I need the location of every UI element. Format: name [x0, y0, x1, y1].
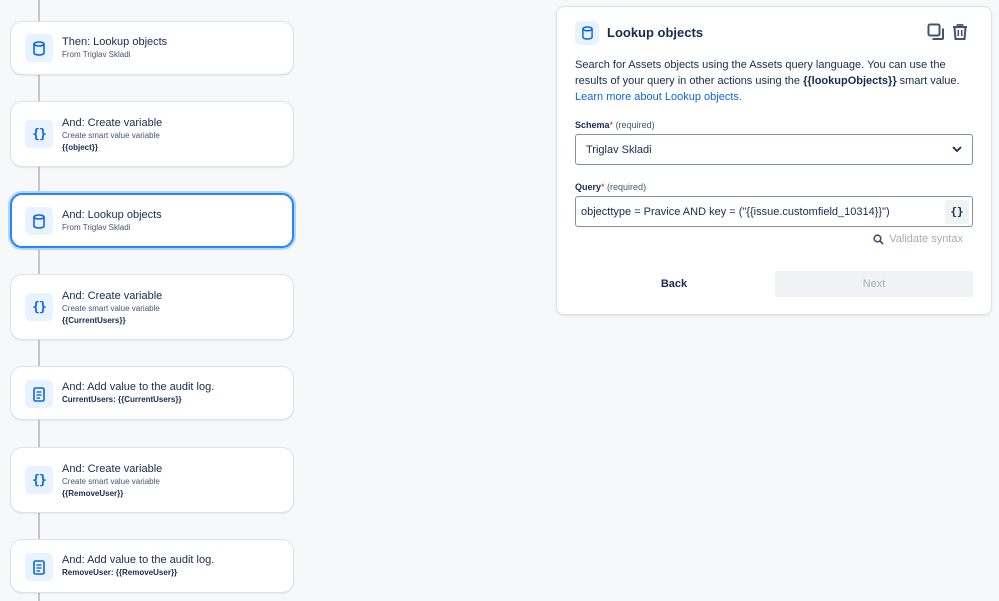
- learn-more-link[interactable]: Learn more about Lookup objects.: [575, 91, 742, 103]
- braces-icon: {}: [25, 293, 53, 321]
- automation-flow: Then: Lookup objects From Triglav Skladi…: [0, 0, 310, 601]
- braces-icon: {}: [25, 466, 53, 494]
- flow-step-create-variable[interactable]: {} And: Create variable Create smart val…: [10, 101, 294, 167]
- query-input-value: objecttype = Pravice AND key = ("{{issue…: [581, 205, 890, 218]
- database-icon: [575, 21, 599, 45]
- step-detail: RemoveUser: {{RemoveUser}}: [62, 568, 178, 577]
- braces-icon: {}: [25, 120, 53, 148]
- step-title: Then: Lookup objects: [62, 36, 168, 48]
- flow-step-lookup-objects-selected[interactable]: And: Lookup objects From Triglav Skladi: [10, 193, 294, 248]
- step-title: And: Lookup objects: [62, 209, 162, 221]
- step-subtitle: From Triglav Skladi: [62, 223, 131, 232]
- lookup-objects-config-panel: Lookup objects Search for Assets objects…: [556, 6, 992, 315]
- trash-icon: [953, 24, 967, 40]
- next-button[interactable]: Next: [775, 271, 973, 297]
- database-icon: [25, 34, 53, 62]
- step-title: And: Create variable: [62, 117, 163, 129]
- query-input[interactable]: objecttype = Pravice AND key = ("{{issue…: [575, 196, 973, 227]
- step-variable: {{RemoveUser}}: [62, 489, 124, 498]
- step-subtitle: From Triglav Skladi: [62, 50, 131, 59]
- smart-value-button[interactable]: {}: [945, 199, 969, 224]
- back-button[interactable]: Back: [575, 271, 773, 297]
- flow-step-audit-log[interactable]: And: Add value to the audit log. RemoveU…: [10, 539, 294, 593]
- document-icon: [25, 553, 53, 581]
- step-title: And: Add value to the audit log.: [62, 381, 215, 393]
- step-variable: {{CurrentUsers}}: [62, 316, 126, 325]
- step-variable: {{object}}: [62, 143, 99, 152]
- document-icon: [25, 380, 53, 408]
- validate-syntax-label: Validate syntax: [889, 233, 963, 245]
- validate-syntax-button[interactable]: Validate syntax: [873, 233, 963, 245]
- flow-step-create-variable[interactable]: {} And: Create variable Create smart val…: [10, 447, 294, 513]
- schema-select-value: Triglav Skladi: [586, 143, 652, 156]
- schema-label: Schema* (required): [575, 120, 655, 130]
- flow-step-audit-log[interactable]: And: Add value to the audit log. Current…: [10, 366, 294, 420]
- step-subtitle: Create smart value variable: [62, 477, 160, 486]
- search-icon: [873, 233, 884, 245]
- panel-description: Search for Assets objects using the Asse…: [575, 59, 960, 103]
- step-title: And: Create variable: [62, 463, 163, 475]
- database-icon: [25, 207, 53, 235]
- flow-step-create-variable[interactable]: {} And: Create variable Create smart val…: [10, 274, 294, 340]
- flow-step-lookup-objects[interactable]: Then: Lookup objects From Triglav Skladi: [10, 21, 294, 75]
- query-label: Query* (required): [575, 182, 647, 192]
- chevron-down-icon: [952, 146, 962, 153]
- delete-button[interactable]: [949, 21, 971, 43]
- step-detail: CurrentUsers: {{CurrentUsers}}: [62, 395, 182, 404]
- step-subtitle: Create smart value variable: [62, 131, 160, 140]
- smart-value-code: {{lookupObjects}}: [803, 75, 897, 87]
- step-title: And: Create variable: [62, 290, 163, 302]
- step-subtitle: Create smart value variable: [62, 304, 160, 313]
- copy-icon: [927, 23, 944, 40]
- step-title: And: Add value to the audit log.: [62, 554, 215, 566]
- duplicate-button[interactable]: [925, 21, 947, 43]
- panel-title: Lookup objects: [607, 25, 704, 40]
- schema-select[interactable]: Triglav Skladi: [575, 134, 973, 165]
